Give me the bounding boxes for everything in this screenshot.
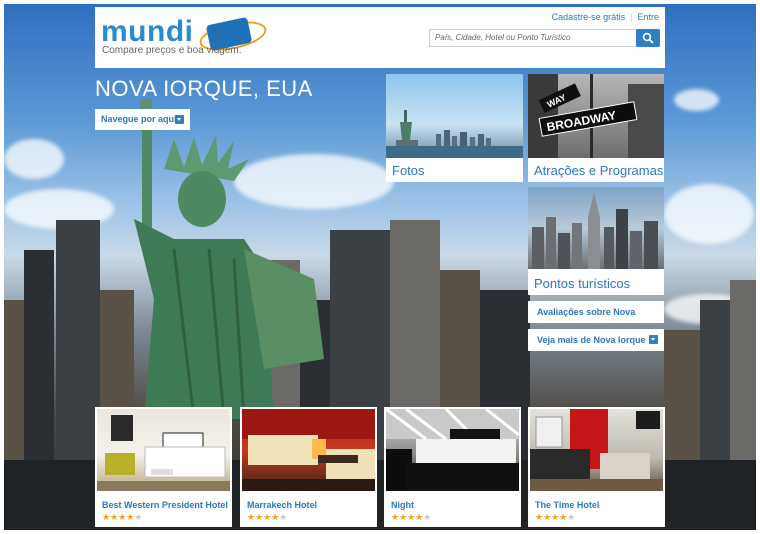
search-input[interactable]: País, Cidade, Hotel ou Ponto Turístico <box>429 29 642 47</box>
hotel-card[interactable]: The Time Hotel ★★★★★ <box>528 407 665 527</box>
tile-atracoes-label: Atrações e Programas <box>534 163 664 178</box>
hotel-rating-stars: ★★★★★ <box>535 512 576 522</box>
hotel-name[interactable]: Marrakech Hotel <box>247 500 317 510</box>
hotel-rating-stars: ★★★★★ <box>391 512 432 522</box>
hotel-rating-stars: ★★★★★ <box>102 512 143 522</box>
skyline-thumbnail <box>532 193 658 269</box>
hotel-room-image <box>242 409 375 491</box>
tile-atracoes[interactable]: WAY BROADWAY Atrações e Programas <box>528 74 664 182</box>
hotel-photo <box>386 409 519 491</box>
cloud <box>674 89 719 111</box>
tile-pontos-label: Pontos turísticos <box>534 276 631 291</box>
hotel-room-image <box>386 409 519 491</box>
logo[interactable]: mundi <box>101 15 194 49</box>
navigate-label: Navegue por aqui <box>101 114 177 124</box>
logo-tagline: Compare preços e boa viagem. <box>102 45 242 56</box>
hotel-name[interactable]: Best Western President Hotel <box>102 500 228 510</box>
chevron-down-icon <box>175 115 184 124</box>
hotel-rating-stars: ★★★★★ <box>247 512 288 522</box>
fotos-image <box>386 74 523 158</box>
hotel-name[interactable]: The Time Hotel <box>535 500 599 510</box>
hotel-photo <box>242 409 375 491</box>
signup-link[interactable]: Cadastre-se grátis <box>552 12 626 22</box>
hotel-photo <box>530 409 663 491</box>
search-icon <box>642 32 654 44</box>
page-title: NOVA IORQUE, EUA <box>95 76 313 101</box>
chevron-down-icon <box>649 335 658 344</box>
atracoes-image: WAY BROADWAY <box>528 74 664 158</box>
cloud <box>4 139 64 179</box>
tile-pontos-turisticos[interactable]: Pontos turísticos <box>528 187 664 295</box>
pontos-image <box>528 187 664 269</box>
see-more-label: Veja mais de Nova Iorque <box>537 335 646 345</box>
navigate-dropdown-button[interactable]: Navegue por aqui <box>95 109 190 130</box>
tile-fotos[interactable]: Fotos <box>386 74 523 182</box>
hotel-card[interactable]: Night ★★★★★ <box>384 407 521 527</box>
link-separator: | <box>630 12 633 22</box>
see-more-dropdown-button[interactable]: Veja mais de Nova Iorque <box>528 329 664 351</box>
hotel-name[interactable]: Night <box>391 500 414 510</box>
statue-skyline-thumbnail <box>386 110 523 158</box>
broadway-sign-thumbnail: WAY BROADWAY <box>528 74 664 158</box>
tile-fotos-label: Fotos <box>392 163 425 178</box>
hotel-photo <box>97 409 230 491</box>
hotel-room-image <box>530 409 663 491</box>
hotel-card[interactable]: Marrakech Hotel ★★★★★ <box>240 407 377 527</box>
hotel-room-image <box>97 415 230 491</box>
account-links: Cadastre-se grátis | Entre <box>552 12 659 22</box>
cloud <box>664 184 754 244</box>
reviews-link[interactable]: Avaliações sobre Nova Iorque <box>528 301 664 339</box>
hotel-card[interactable]: Best Western President Hotel ★★★★★ <box>95 407 232 527</box>
site-header: mundi Compare preços e boa viagem. Cadas… <box>95 7 665 68</box>
statue-of-liberty-image <box>134 99 324 419</box>
search-button[interactable] <box>636 29 660 47</box>
login-link[interactable]: Entre <box>637 12 659 22</box>
